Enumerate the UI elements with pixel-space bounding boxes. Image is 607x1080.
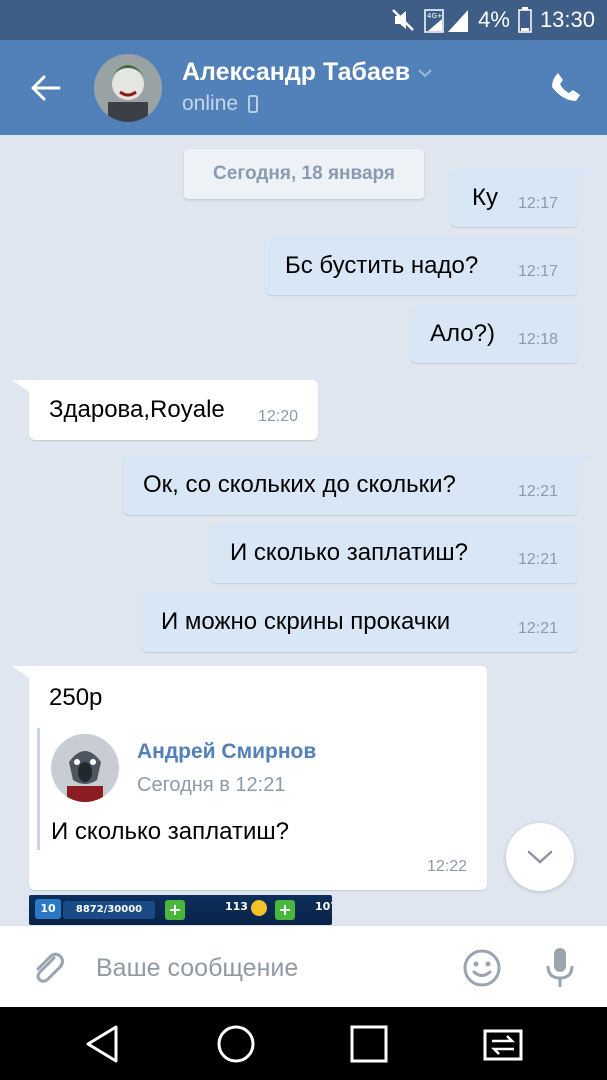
contact-name[interactable]: Александр Табаев: [182, 58, 432, 87]
message-time: 12:17: [517, 263, 558, 280]
network-label: 4G+: [427, 12, 443, 20]
message-text: 250р: [49, 684, 103, 711]
mobile-icon: [248, 95, 258, 113]
message-bubble[interactable]: Бс бустить надо? 12:17: [265, 237, 578, 295]
coin-icon: [251, 900, 267, 916]
bubble-tail: [575, 169, 595, 183]
chat-header: Александр Табаев online: [0, 40, 607, 135]
message-list[interactable]: Сегодня, 18 января Ку 12:17 Бс бустить н…: [0, 135, 607, 925]
nav-recents-icon[interactable]: [348, 1023, 390, 1065]
status-text: online: [182, 92, 239, 115]
message-bubble[interactable]: Здарова,Royale 12:20: [29, 380, 318, 440]
quote-avatar[interactable]: [51, 734, 119, 802]
back-button[interactable]: [28, 70, 64, 106]
message-bubble[interactable]: Ку 12:17: [450, 169, 578, 227]
message-text: Ку: [472, 184, 498, 211]
message-time: 12:22: [426, 858, 467, 875]
system-nav-bar: [0, 1007, 607, 1080]
message-time: 12:21: [517, 551, 558, 568]
game-xp: 8872/30000: [63, 901, 155, 919]
paperclip-icon[interactable]: [28, 948, 68, 988]
message-text: Ок, со скольких до скольки?: [143, 471, 456, 498]
message-bubble[interactable]: И сколько заплатиш? 12:21: [210, 523, 578, 583]
bubble-tail: [12, 380, 32, 394]
quote-bar: [37, 728, 40, 850]
battery-icon: [518, 7, 532, 33]
message-text: И сколько заплатиш?: [230, 539, 468, 566]
status-bar: 4G+ 4% 13:30: [0, 0, 607, 40]
bubble-tail: [12, 666, 32, 680]
message-bubble[interactable]: Ало?) 12:18: [410, 305, 578, 363]
message-text: Бс бустить надо?: [285, 252, 479, 279]
message-time: 12:21: [517, 620, 558, 637]
smiley-icon[interactable]: [462, 948, 502, 988]
chevron-down-icon: [418, 68, 432, 77]
game-gems: 107: [315, 900, 332, 913]
scroll-down-button[interactable]: [506, 823, 574, 891]
quote-time: Сегодня в 12:21: [137, 774, 286, 796]
signal-icon: 4G+: [424, 9, 469, 33]
nav-switch-apps-icon[interactable]: [482, 1023, 524, 1065]
message-time: 12:17: [517, 195, 558, 212]
message-text: И можно скрины прокачки: [161, 608, 451, 635]
plus-icon: +: [275, 900, 295, 920]
reply-message[interactable]: 250р Андрей Смирнов Сегодня в 12:21 И ск…: [29, 666, 487, 890]
message-text: Ало?): [430, 320, 495, 347]
game-screenshot[interactable]: 10 8872/30000 + 113 + 107: [29, 895, 332, 925]
bubble-tail: [575, 455, 595, 469]
arrow-left-icon: [31, 75, 61, 101]
microphone-icon[interactable]: [540, 946, 580, 990]
contact-status: online: [182, 92, 258, 116]
message-text: Здарова,Royale: [49, 396, 225, 423]
game-gold: 113: [225, 900, 248, 913]
quote-text: И сколько заплатиш?: [51, 818, 289, 845]
message-input[interactable]: [96, 948, 436, 988]
message-bubble[interactable]: И можно скрины прокачки 12:21: [141, 592, 578, 652]
message-time: 12:21: [517, 483, 558, 500]
date-separator: Сегодня, 18 января: [184, 149, 424, 199]
message-composer: [0, 925, 607, 1007]
battery-percent: 4%: [478, 7, 510, 32]
clock: 13:30: [539, 7, 595, 32]
chevron-down-icon: [527, 850, 553, 864]
nav-home-icon[interactable]: [215, 1023, 257, 1065]
message-time: 12:20: [257, 408, 298, 425]
contact-name-text: Александр Табаев: [182, 58, 411, 86]
nav-back-icon[interactable]: [82, 1023, 124, 1065]
quote-author[interactable]: Андрей Смирнов: [137, 740, 316, 764]
message-bubble[interactable]: Ок, со скольких до скольки? 12:21: [123, 455, 578, 515]
mute-icon: [392, 9, 415, 31]
plus-icon: +: [165, 900, 185, 920]
contact-avatar[interactable]: [94, 54, 162, 122]
phone-icon[interactable]: [549, 70, 583, 104]
message-time: 12:18: [517, 331, 558, 348]
game-level: 10: [35, 899, 61, 919]
